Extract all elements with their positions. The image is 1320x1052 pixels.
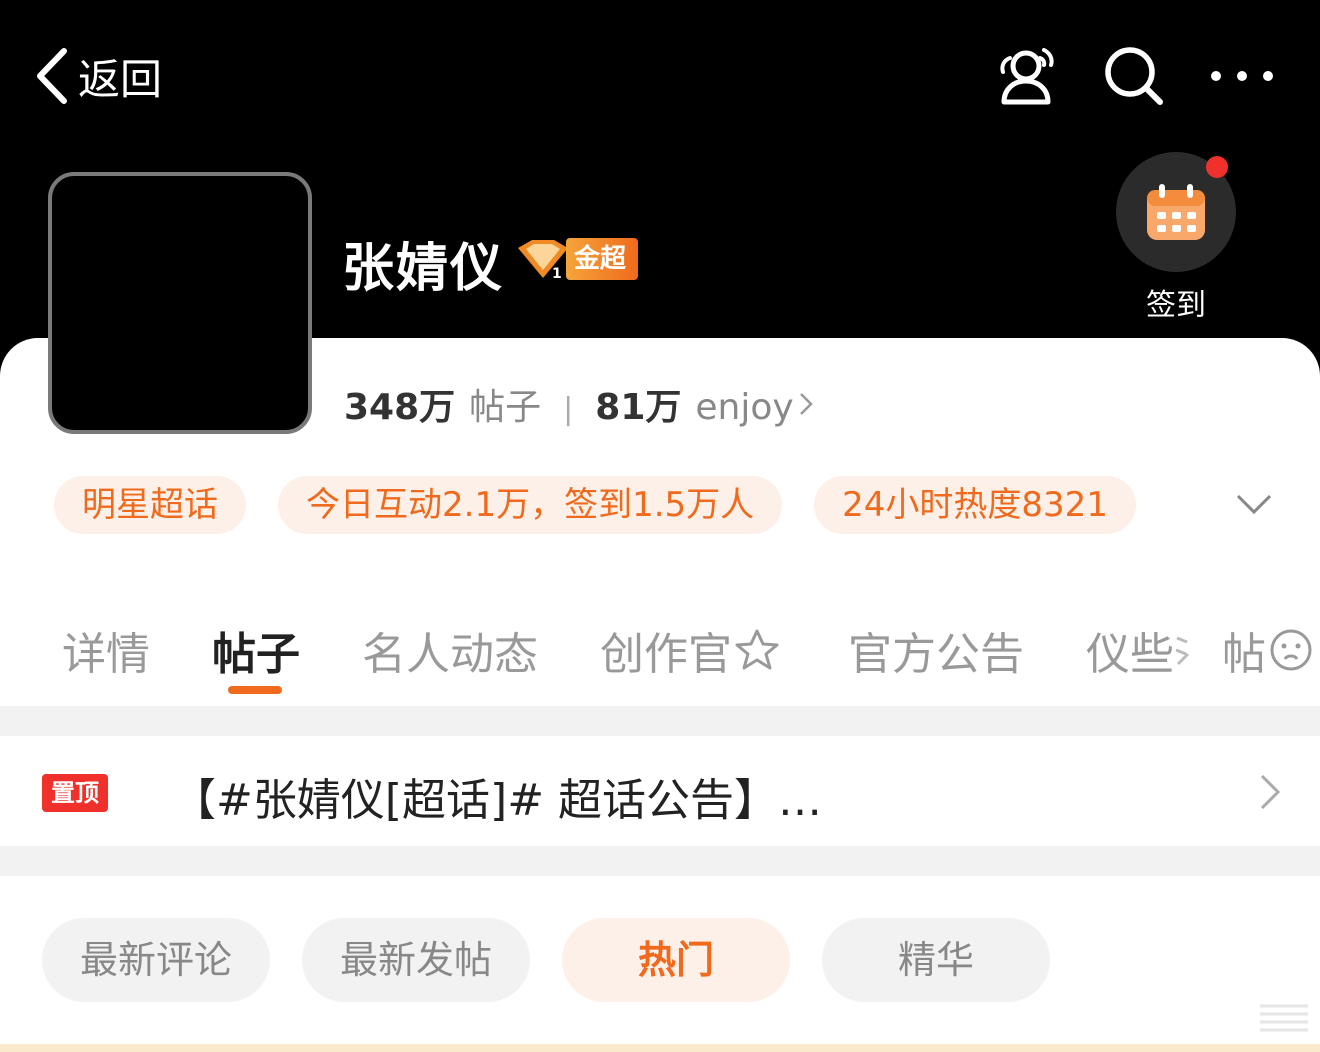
tab-label: 名人动态	[362, 629, 538, 680]
fade-mark-icon	[1175, 636, 1190, 666]
chevron-right-icon[interactable]	[1254, 770, 1286, 814]
signin-label: 签到	[1146, 288, 1206, 323]
fans-count: 81万	[595, 387, 682, 428]
filter-hot[interactable]: 热门	[562, 918, 790, 1002]
creator-star-icon	[735, 629, 779, 670]
stats-row[interactable]: 348万 帖子 | 81万 enjoy	[344, 378, 814, 430]
back-button[interactable]: 返回	[34, 46, 162, 106]
tab-bar: 详情 帖子 名人动态 创作官 官方公告 仪些 帖	[0, 612, 1320, 706]
section-divider	[0, 846, 1320, 876]
pinned-badge: 置顶	[42, 774, 108, 812]
filter-latest-posts[interactable]: 最新发帖	[302, 918, 530, 1002]
calendar-icon	[1147, 184, 1205, 240]
tab-creator[interactable]: 创作官	[600, 618, 780, 682]
header-actions	[956, 38, 1280, 114]
topic-tags: 明星超话 今日互动2.1万，签到1.5万人 24小时热度8321	[54, 476, 1168, 534]
search-icon[interactable]	[1096, 38, 1172, 114]
more-icon[interactable]	[1204, 38, 1280, 114]
notification-dot	[1206, 156, 1228, 178]
topic-name: 张婧仪	[342, 239, 505, 299]
back-label: 返回	[78, 54, 163, 104]
tab-fans-tab[interactable]: 仪些	[1086, 618, 1192, 682]
tab-label: 官方公告	[848, 629, 1024, 680]
avatar[interactable]	[48, 172, 312, 434]
stats-divider: |	[563, 392, 574, 427]
tab-announcements[interactable]: 官方公告	[848, 618, 1024, 682]
sort-filters: 最新评论 最新发帖 热门 精华	[42, 918, 1082, 1002]
svg-text:1: 1	[552, 266, 562, 282]
filter-featured[interactable]: 精华	[822, 918, 1050, 1002]
tab-label: 创作官	[600, 629, 732, 680]
tag-star-topic[interactable]: 明星超话	[54, 476, 246, 534]
chevron-down-icon[interactable]	[1234, 484, 1274, 524]
tab-label: 帖	[1222, 629, 1266, 680]
bottom-strip	[0, 1044, 1320, 1052]
posts-count: 348万	[344, 387, 456, 428]
diamond-icon: 1	[518, 240, 568, 282]
badge-label: 金超	[566, 238, 639, 280]
tab-posts[interactable]: 帖子	[212, 618, 300, 682]
emoji-icon	[1270, 629, 1312, 671]
tab-celebrity-updates[interactable]: 名人动态	[362, 618, 538, 682]
grip-lines-icon	[1260, 1004, 1308, 1032]
chevron-left-icon	[37, 48, 67, 104]
section-divider	[0, 706, 1320, 736]
active-tab-indicator	[228, 686, 282, 694]
fans-unit: enjoy	[695, 387, 794, 428]
posts-unit: 帖子	[469, 387, 542, 428]
filter-latest-comments[interactable]: 最新评论	[42, 918, 270, 1002]
tab-label: 仪些	[1086, 629, 1174, 680]
pinned-post-title[interactable]: 【#张婧仪[超话]# 超话公告】…	[172, 764, 822, 828]
tab-label: 详情	[62, 629, 150, 680]
signin-button[interactable]	[1116, 152, 1236, 272]
chevron-right-icon	[799, 393, 813, 415]
tab-post-extra[interactable]: 帖	[1222, 618, 1314, 682]
people-icon[interactable]	[988, 38, 1064, 114]
avatar-image	[56, 180, 304, 426]
tab-details[interactable]: 详情	[62, 618, 150, 682]
gold-badge[interactable]: 1 金超	[512, 236, 639, 282]
tag-daily-interaction[interactable]: 今日互动2.1万，签到1.5万人	[278, 476, 783, 534]
tag-24h-heat[interactable]: 24小时热度8321	[814, 476, 1136, 534]
tab-label: 帖子	[212, 629, 300, 680]
